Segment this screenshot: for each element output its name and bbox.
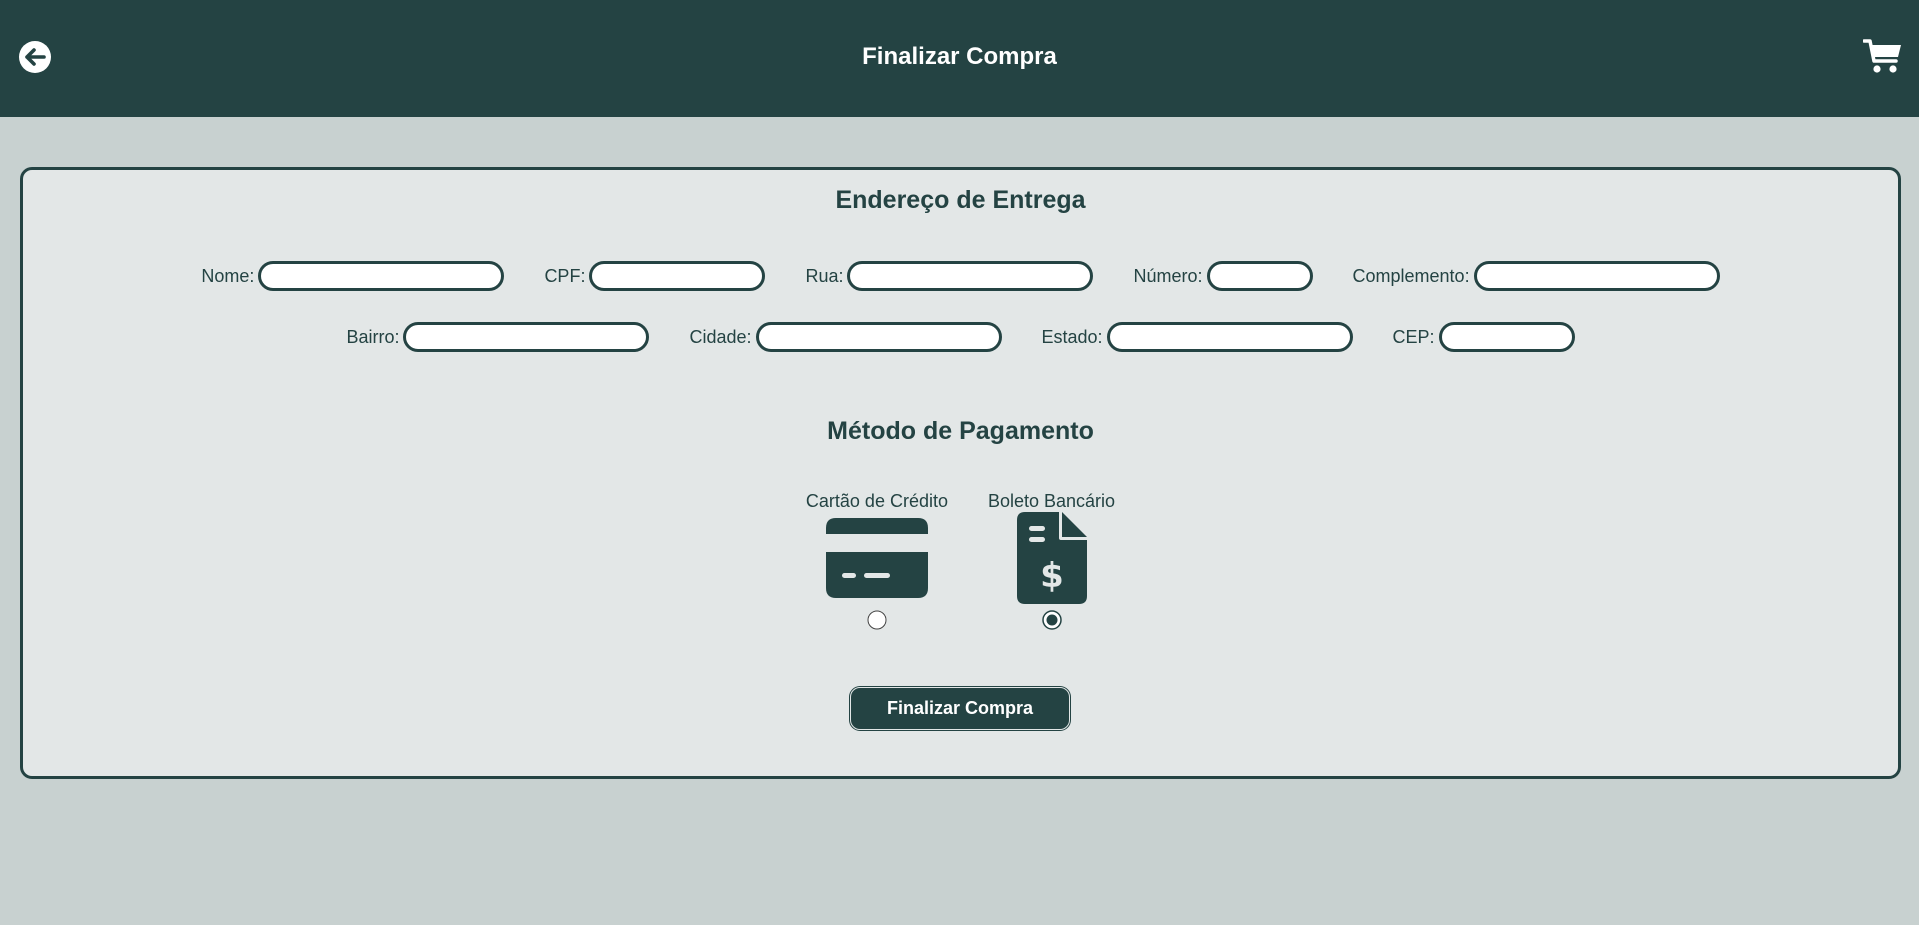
cep-input[interactable] — [1438, 322, 1575, 352]
address-row-2: Bairro: Cidade: Estado: CEP: — [23, 321, 1898, 353]
payment-options: Cartão de Crédito Boleto Bancário $ — [23, 490, 1898, 630]
bairro-input[interactable] — [403, 322, 650, 352]
cidade-field: Cidade: — [689, 322, 1002, 352]
credit-card-icon — [825, 518, 928, 598]
nome-label: Nome: — [201, 265, 255, 286]
estado-label: Estado: — [1041, 326, 1103, 347]
numero-field: Número: — [1133, 261, 1313, 291]
cep-label: CEP: — [1392, 326, 1435, 347]
cep-field: CEP: — [1393, 322, 1575, 352]
boleto-radio[interactable] — [1041, 610, 1062, 630]
bairro-field: Bairro: — [346, 322, 650, 352]
rua-label: Rua: — [805, 265, 844, 286]
boleto-label: Boleto Bancário — [987, 491, 1116, 511]
cpf-input[interactable] — [589, 261, 766, 291]
cidade-input[interactable] — [755, 322, 1002, 352]
complemento-field: Complemento: — [1353, 261, 1720, 291]
complemento-label: Complemento: — [1352, 265, 1470, 286]
payment-option-credit-card[interactable]: Cartão de Crédito — [806, 490, 948, 630]
page-title: Finalizar Compra — [862, 43, 1057, 70]
svg-text:$: $ — [1040, 556, 1064, 596]
arrow-left-circle-icon[interactable] — [18, 40, 52, 74]
shopping-cart-icon[interactable] — [1863, 38, 1903, 74]
credit-card-radio[interactable] — [867, 610, 887, 630]
estado-field: Estado: — [1042, 322, 1353, 352]
finalizar-compra-button[interactable]: Finalizar Compra — [850, 687, 1070, 730]
numero-input[interactable] — [1206, 261, 1313, 291]
top-bar: Finalizar Compra — [0, 0, 1919, 117]
invoice-dollar-icon: $ — [1016, 512, 1087, 604]
address-row-1: Nome: CPF: Rua: Número: Complemento: — [23, 260, 1898, 292]
address-section-title: Endereço de Entrega — [835, 186, 1086, 214]
payment-option-boleto[interactable]: Boleto Bancário $ — [988, 490, 1115, 630]
estado-input[interactable] — [1106, 322, 1353, 352]
rua-field: Rua: — [805, 261, 1094, 291]
cpf-label: CPF: — [544, 265, 586, 286]
payment-section-title: Método de Pagamento — [827, 417, 1094, 445]
credit-card-label: Cartão de Crédito — [805, 491, 948, 511]
numero-label: Número: — [1133, 265, 1203, 286]
rua-input[interactable] — [847, 261, 1094, 291]
complemento-input[interactable] — [1473, 261, 1720, 291]
checkout-card: Endereço de Entrega Nome: CPF: Rua: Núme… — [20, 167, 1901, 779]
nome-input[interactable] — [258, 261, 505, 291]
cidade-label: Cidade: — [689, 326, 752, 347]
cpf-field: CPF: — [544, 261, 766, 291]
bairro-label: Bairro: — [346, 326, 400, 347]
nome-field: Nome: — [201, 261, 505, 291]
